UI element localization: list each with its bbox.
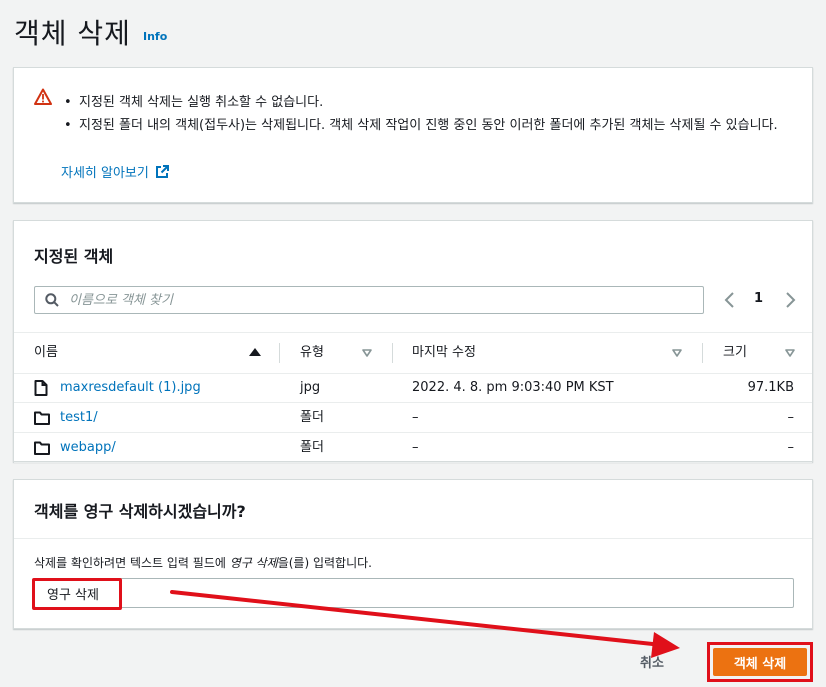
sort-caret-down-icon[interactable] xyxy=(362,349,372,357)
confirm-text-input[interactable] xyxy=(34,578,794,608)
specified-objects-panel: 지정된 객체 1 이름 유형 마지막 수정 크기 max xyxy=(13,220,813,463)
object-type: jpg xyxy=(300,380,321,395)
object-size: – xyxy=(787,410,795,425)
learn-more-link[interactable]: 자세히 알아보기 xyxy=(61,162,169,181)
warning-bullet: 지정된 객체 삭제는 실행 취소할 수 없습니다. xyxy=(64,92,804,114)
confirm-desc-keyword: 영구 삭제 xyxy=(229,556,278,570)
learn-more-label: 자세히 알아보기 xyxy=(61,166,149,181)
chevron-left-icon[interactable] xyxy=(720,289,740,311)
column-divider xyxy=(279,343,280,363)
chevron-right-icon[interactable] xyxy=(780,289,800,311)
pagination: 1 xyxy=(720,289,800,311)
delete-objects-button[interactable]: 객체 삭제 xyxy=(713,648,807,676)
confirm-description: 삭제를 확인하려면 텍스트 입력 필드에 영구 삭제을(를) 입력합니다. xyxy=(34,554,372,571)
table-header: 이름 유형 마지막 수정 크기 xyxy=(14,332,812,374)
input-highlight-box xyxy=(32,578,122,610)
sort-ascending-icon[interactable] xyxy=(249,348,261,356)
objects-title: 지정된 객체 xyxy=(34,247,114,266)
confirm-delete-panel: 객체를 영구 삭제하시겠습니까? 삭제를 확인하려면 텍스트 입력 필드에 영구… xyxy=(13,479,813,629)
object-modified: 2022. 4. 8. pm 9:03:40 PM KST xyxy=(412,380,614,395)
divider xyxy=(14,538,812,539)
search-icon xyxy=(45,293,59,307)
page-number[interactable]: 1 xyxy=(754,291,763,306)
cancel-button[interactable]: 취소 xyxy=(640,652,664,671)
warning-bullet: 지정된 폴더 내의 객체(접두사)는 삭제됩니다. 객체 삭제 작업이 진행 중… xyxy=(64,115,804,137)
warning-triangle-icon xyxy=(34,88,52,105)
confirm-title: 객체를 영구 삭제하시겠습니까? xyxy=(34,502,246,521)
file-icon xyxy=(34,380,48,396)
object-name-link[interactable]: maxresdefault (1).jpg xyxy=(60,373,201,403)
object-type: 폴더 xyxy=(300,440,324,455)
external-link-icon xyxy=(155,164,169,178)
confirm-desc-suffix: 을(를) 입력합니다. xyxy=(277,556,372,570)
column-divider xyxy=(392,343,393,363)
delete-button-highlight: 객체 삭제 xyxy=(707,642,813,682)
object-modified: – xyxy=(412,440,419,455)
info-link[interactable]: Info xyxy=(143,30,167,43)
sort-caret-down-icon[interactable] xyxy=(785,349,795,357)
warning-list: 지정된 객체 삭제는 실행 취소할 수 없습니다. 지정된 폴더 내의 객체(접… xyxy=(64,92,804,137)
folder-icon xyxy=(34,441,50,455)
object-name-link[interactable]: webapp/ xyxy=(60,433,116,463)
object-modified: – xyxy=(412,410,419,425)
column-header-modified[interactable]: 마지막 수정 xyxy=(412,333,476,374)
column-header-name[interactable]: 이름 xyxy=(34,333,58,374)
column-divider xyxy=(702,343,703,363)
sort-caret-down-icon[interactable] xyxy=(672,349,682,357)
folder-icon xyxy=(34,411,50,425)
warning-alert: 지정된 객체 삭제는 실행 취소할 수 없습니다. 지정된 폴더 내의 객체(접… xyxy=(13,67,813,203)
object-name-link[interactable]: test1/ xyxy=(60,403,98,433)
column-header-type[interactable]: 유형 xyxy=(300,333,324,374)
table-row: webapp/ 폴더 – – xyxy=(14,433,812,463)
table-row: test1/ 폴더 – – xyxy=(14,403,812,433)
object-size: 97.1KB xyxy=(747,380,794,395)
object-type: 폴더 xyxy=(300,410,324,425)
table-row: maxresdefault (1).jpg jpg 2022. 4. 8. pm… xyxy=(14,373,812,403)
search-box xyxy=(34,286,704,314)
confirm-desc-prefix: 삭제를 확인하려면 텍스트 입력 필드에 xyxy=(34,556,230,570)
page-title: 객체 삭제 xyxy=(14,17,131,50)
search-input[interactable] xyxy=(69,290,689,310)
column-header-size[interactable]: 크기 xyxy=(723,333,747,374)
object-size: – xyxy=(787,440,795,455)
